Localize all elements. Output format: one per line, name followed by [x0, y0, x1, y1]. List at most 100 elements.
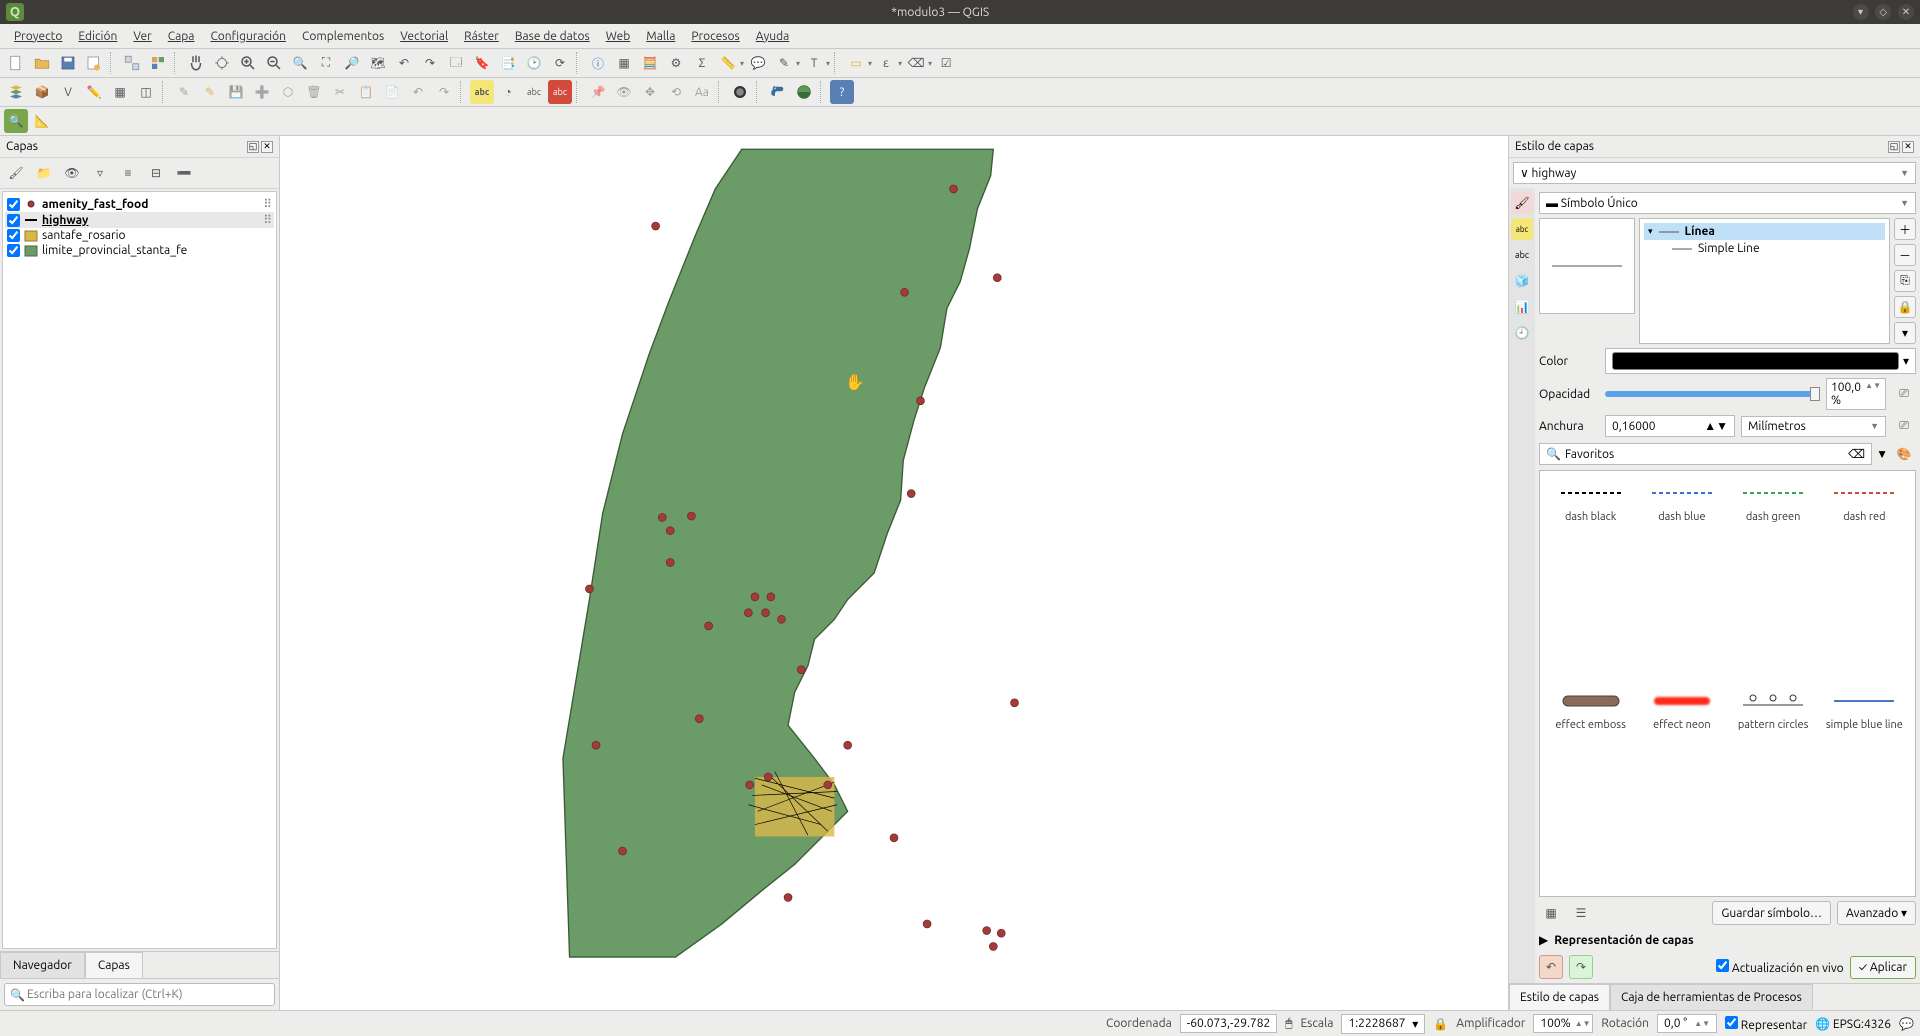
map-tips-icon[interactable]: 💬	[746, 51, 770, 75]
menu-basedatos[interactable]: Base de datos	[507, 28, 598, 45]
select-all-icon[interactable]: ☑	[934, 51, 958, 75]
remove-symbol-layer-button[interactable]: －	[1894, 244, 1916, 266]
swatch-dash-red[interactable]: dash red	[1824, 481, 1905, 679]
3d-tab-icon[interactable]: 🧊	[1511, 270, 1533, 292]
cut-icon[interactable]: ✂	[328, 80, 352, 104]
pin-label-icon[interactable]: 📌	[586, 80, 610, 104]
select-by-value-icon[interactable]: ε	[874, 51, 898, 75]
temporal-controller-icon[interactable]: 🕑	[522, 51, 546, 75]
zoom-out-icon[interactable]	[262, 51, 286, 75]
symbology-tab-icon[interactable]: 🖌	[1511, 192, 1533, 214]
hide-label-icon[interactable]: 👁	[612, 80, 636, 104]
measure-icon[interactable]: 📏	[716, 51, 740, 75]
maximize-button[interactable]: ◇	[1875, 4, 1891, 20]
locator-input[interactable]	[4, 983, 275, 1006]
duplicate-symbol-layer-button[interactable]: ⎘	[1894, 270, 1916, 292]
osm-download-icon[interactable]	[728, 80, 752, 104]
paste-icon[interactable]: 📄	[380, 80, 404, 104]
add-group-icon[interactable]: 📁	[32, 161, 56, 185]
new-bookmark-icon[interactable]: 🔖	[470, 51, 494, 75]
quickosm-icon[interactable]: 🔍	[4, 109, 28, 133]
text-annotation-icon[interactable]: T	[802, 51, 826, 75]
pan-icon[interactable]	[184, 51, 208, 75]
menu-raster[interactable]: Ráster	[456, 28, 507, 45]
layer-indicator-icon[interactable]: ⠿	[263, 197, 272, 211]
layer-row-amenity[interactable]: amenity_fast_food ⠿	[5, 196, 274, 212]
layer-checkbox[interactable]	[7, 229, 20, 242]
filter-legend-icon[interactable]: ▿	[88, 161, 112, 185]
layer-checkbox[interactable]	[7, 214, 20, 227]
save-project-icon[interactable]	[56, 51, 80, 75]
data-defined-icon[interactable]: ⎚	[1892, 414, 1916, 438]
save-edits-icon[interactable]: 💾	[224, 80, 248, 104]
panel-float-button[interactable]: ◱	[1888, 141, 1900, 153]
data-source-manager-icon[interactable]	[4, 80, 28, 104]
color-picker[interactable]: ▾	[1605, 348, 1916, 374]
remove-layer-icon[interactable]: ➖	[172, 161, 196, 185]
expand-icon[interactable]: ▶	[1539, 933, 1548, 947]
tab-navegador[interactable]: Navegador	[0, 952, 85, 978]
symbol-swatch-grid[interactable]: dash black dash blue dash green dash red…	[1539, 470, 1916, 897]
quickosm-query-icon[interactable]: 📐	[30, 109, 54, 133]
style-manager-icon[interactable]: 🎨	[1892, 442, 1916, 466]
scale-field[interactable]: 1:2228687 ▾	[1341, 1014, 1425, 1034]
change-label-icon[interactable]: Aa	[690, 80, 714, 104]
layer-tree[interactable]: amenity_fast_food ⠿ highway ⠿ santafe_ro…	[2, 191, 277, 949]
tab-capas[interactable]: Capas	[85, 952, 143, 978]
expand-all-icon[interactable]: ≡	[116, 161, 140, 185]
add-vector-icon[interactable]: V	[56, 80, 80, 104]
layer-checkbox[interactable]	[7, 198, 20, 211]
history-tab-icon[interactable]: 🕘	[1511, 322, 1533, 344]
layer-row-highway[interactable]: highway ⠿	[5, 212, 274, 228]
live-update-checkbox[interactable]: Actualización en vivo	[1716, 959, 1844, 975]
show-bookmarks-icon[interactable]: 📑	[496, 51, 520, 75]
panel-close-button[interactable]: ✕	[261, 141, 273, 153]
zoom-next-icon[interactable]: ↷	[418, 51, 442, 75]
labels-tab-icon[interactable]: abc	[1511, 218, 1533, 240]
identify-icon[interactable]: ⓘ	[586, 51, 610, 75]
minimize-button[interactable]: ▾	[1853, 4, 1869, 20]
symbol-layer-tree[interactable]: ▾ Línea Simple Line	[1639, 218, 1890, 344]
undo-icon[interactable]: ↶	[406, 80, 430, 104]
layer-styling-icon[interactable]: 🖌	[4, 161, 28, 185]
new-project-icon[interactable]	[4, 51, 28, 75]
python-console-icon[interactable]	[766, 80, 790, 104]
masks-tab-icon[interactable]: abc	[1511, 244, 1533, 266]
style-search[interactable]: 🔍 Favoritos ⌫	[1539, 443, 1872, 465]
toggle-editing-icon[interactable]: ✏️	[82, 80, 106, 104]
swatch-effect-neon[interactable]: effect neon	[1641, 689, 1722, 887]
width-spinbox[interactable]: 0,16000▲▼	[1605, 415, 1735, 437]
manage-visibility-icon[interactable]: 👁	[60, 161, 84, 185]
layer-rendering-section[interactable]: ▶ Representación de capas	[1539, 929, 1916, 951]
zoom-to-selection-icon[interactable]: 🔎	[340, 51, 364, 75]
menu-configuracion[interactable]: Configuración	[202, 28, 294, 45]
rotation-field[interactable]: 0,0 °▲▼	[1657, 1014, 1717, 1033]
render-checkbox[interactable]: Representar	[1725, 1016, 1807, 1032]
swatch-dash-green[interactable]: dash green	[1733, 481, 1814, 679]
new-print-layout-icon[interactable]	[82, 51, 106, 75]
collapse-all-icon[interactable]: ⊟	[144, 161, 168, 185]
statistics-icon[interactable]: Σ	[690, 51, 714, 75]
zoom-in-icon[interactable]	[236, 51, 260, 75]
expand-icon[interactable]: ▾	[1648, 226, 1653, 237]
icon-view-button[interactable]: ▦	[1539, 901, 1563, 925]
layer-indicator-icon[interactable]: ⠿	[263, 213, 272, 227]
plugin-manager-icon[interactable]	[792, 80, 816, 104]
redo-icon[interactable]: ↷	[432, 80, 456, 104]
map-canvas[interactable]: ✋	[280, 136, 1508, 1010]
layer-checkbox[interactable]	[7, 244, 20, 257]
delete-selected-icon[interactable]: 🗑	[302, 80, 326, 104]
apply-button[interactable]: ✓ Aplicar	[1850, 956, 1916, 979]
coord-field[interactable]: -60.073,-29.782	[1180, 1014, 1277, 1033]
width-unit-combo[interactable]: Milímetros▼	[1741, 416, 1886, 437]
symbol-root-linea[interactable]: ▾ Línea	[1644, 223, 1885, 240]
movedown-symbol-layer-button[interactable]: ▾	[1894, 322, 1916, 344]
close-button[interactable]: ✕	[1898, 4, 1914, 20]
swatch-pattern-circles[interactable]: pattern circles	[1733, 689, 1814, 887]
new-map-view-icon[interactable]: 🗔	[444, 51, 468, 75]
diagram-icon[interactable]: ◔	[496, 80, 520, 104]
menu-malla[interactable]: Malla	[638, 28, 683, 45]
menu-vectorial[interactable]: Vectorial	[392, 28, 456, 45]
zoom-full-icon[interactable]: ⛶	[314, 51, 338, 75]
current-edits-icon[interactable]: ✎	[172, 80, 196, 104]
